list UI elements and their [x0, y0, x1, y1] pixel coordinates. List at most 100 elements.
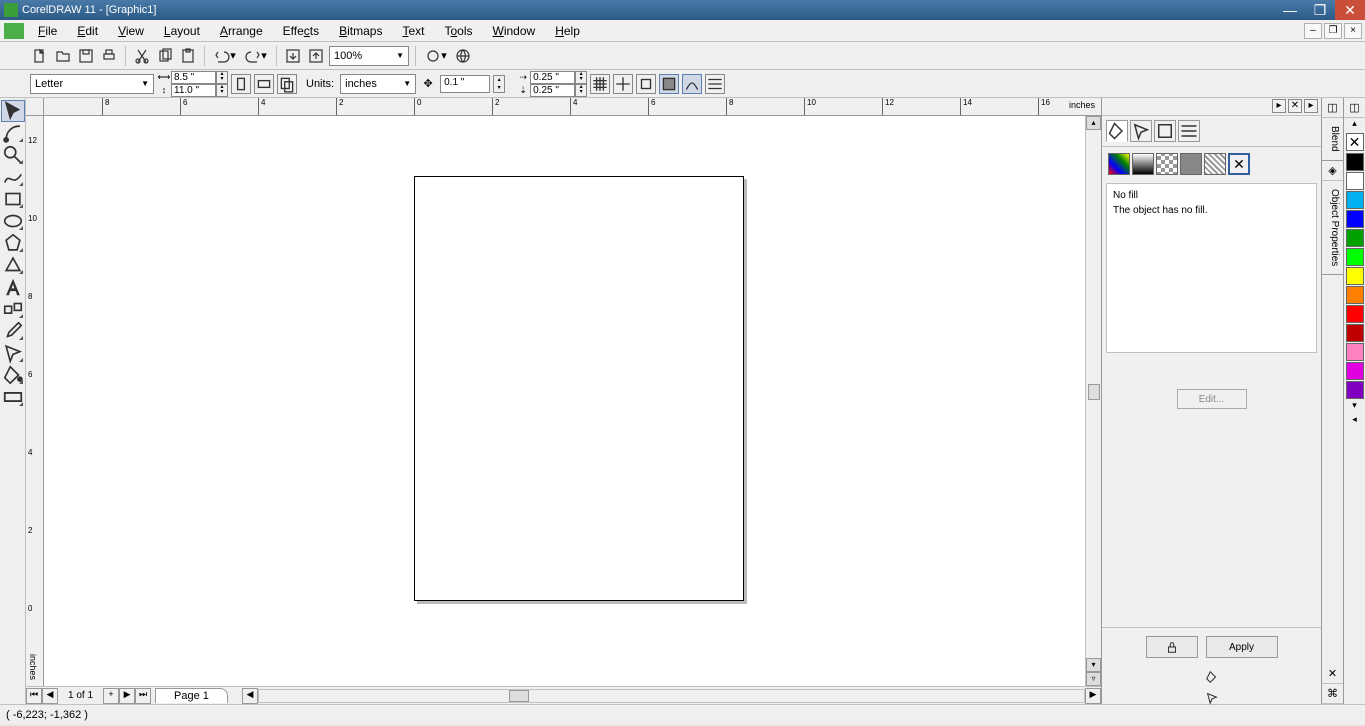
- color-swatch[interactable]: [1346, 305, 1364, 323]
- docker-expand-button[interactable]: ▸: [1272, 99, 1286, 113]
- fill-tab[interactable]: [1106, 120, 1128, 142]
- color-swatch[interactable]: [1346, 210, 1364, 228]
- polygon-tool[interactable]: [1, 232, 25, 254]
- palette-scroll-up[interactable]: ▴: [1344, 118, 1365, 132]
- paper-size-combo[interactable]: Letter▼: [30, 74, 154, 94]
- shape-tool[interactable]: [1, 122, 25, 144]
- portrait-button[interactable]: [231, 74, 251, 94]
- menu-file[interactable]: File: [28, 22, 67, 40]
- menu-arrange[interactable]: Arrange: [210, 22, 273, 40]
- menu-tools[interactable]: Tools: [434, 22, 482, 40]
- pattern-fill-button[interactable]: [1156, 153, 1178, 175]
- interactive-blend-tool[interactable]: [1, 298, 25, 320]
- no-fill-button[interactable]: ✕: [1228, 153, 1250, 175]
- menu-text[interactable]: Text: [392, 22, 434, 40]
- height-spinner[interactable]: ▴▾: [216, 84, 228, 97]
- docker-close-button[interactable]: ✕: [1288, 99, 1302, 113]
- corel-online-button[interactable]: [453, 46, 473, 66]
- draw-complex-button[interactable]: [682, 74, 702, 94]
- minimize-button[interactable]: —: [1275, 0, 1305, 20]
- docker-collapse-button[interactable]: ▸: [1304, 99, 1318, 113]
- texture-fill-button[interactable]: [1180, 153, 1202, 175]
- page-width-input[interactable]: 8.5 ": [171, 71, 216, 84]
- import-button[interactable]: [283, 46, 303, 66]
- postscript-fill-button[interactable]: [1204, 153, 1226, 175]
- nudge-input[interactable]: 0.1 ": [440, 75, 490, 93]
- snap-objects-button[interactable]: [636, 74, 656, 94]
- doc-restore-button[interactable]: ❐: [1324, 23, 1342, 39]
- dup-x-spinner[interactable]: ▴▾: [575, 71, 587, 84]
- vertical-ruler[interactable]: inches 121086420: [26, 116, 44, 686]
- text-tool[interactable]: [1, 276, 25, 298]
- close-button[interactable]: ✕: [1335, 0, 1365, 20]
- save-button[interactable]: [76, 46, 96, 66]
- color-swatch[interactable]: [1346, 324, 1364, 342]
- dup-x-input[interactable]: 0.25 ": [530, 71, 575, 84]
- units-combo[interactable]: inches▼: [340, 74, 416, 94]
- doc-close-button[interactable]: ×: [1344, 23, 1362, 39]
- general-tab[interactable]: [1154, 120, 1176, 142]
- interactive-fill-tool[interactable]: [1, 386, 25, 408]
- color-swatch[interactable]: [1346, 343, 1364, 361]
- color-swatch[interactable]: [1346, 362, 1364, 380]
- menu-window[interactable]: Window: [483, 22, 546, 40]
- cut-button[interactable]: [132, 46, 152, 66]
- no-color-swatch[interactable]: [1346, 133, 1364, 151]
- drawing-canvas[interactable]: [44, 116, 1085, 686]
- horizontal-scrollbar[interactable]: ◀ ▶: [242, 688, 1101, 704]
- open-button[interactable]: [53, 46, 73, 66]
- apply-button[interactable]: Apply: [1206, 636, 1278, 658]
- fill-tool[interactable]: [1, 364, 25, 386]
- options-button[interactable]: [705, 74, 725, 94]
- eyedropper-tool[interactable]: [1, 320, 25, 342]
- color-swatch[interactable]: [1346, 286, 1364, 304]
- color-swatch[interactable]: [1346, 267, 1364, 285]
- color-swatch[interactable]: [1346, 172, 1364, 190]
- color-swatch[interactable]: [1346, 153, 1364, 171]
- zoom-tool[interactable]: [1, 144, 25, 166]
- menu-layout[interactable]: Layout: [154, 22, 210, 40]
- freehand-tool[interactable]: [1, 166, 25, 188]
- docker-icon-1[interactable]: ◫: [1322, 98, 1343, 118]
- lock-button[interactable]: [1146, 636, 1198, 658]
- object-properties-docker-tab[interactable]: Object Properties: [1322, 181, 1343, 275]
- undo-button[interactable]: ▾: [211, 46, 239, 66]
- palette-menu-button[interactable]: ◫: [1344, 98, 1365, 118]
- next-page-button[interactable]: ▶: [119, 688, 135, 704]
- blend-docker-tab[interactable]: Blend: [1322, 118, 1343, 161]
- rectangle-tool[interactable]: [1, 188, 25, 210]
- horizontal-ruler[interactable]: inches 86420246810121416: [44, 98, 1101, 116]
- copy-button[interactable]: [155, 46, 175, 66]
- width-spinner[interactable]: ▴▾: [216, 71, 228, 84]
- menu-bitmaps[interactable]: Bitmaps: [329, 22, 392, 40]
- last-page-button[interactable]: ⏭: [135, 688, 151, 704]
- docker-icon-2[interactable]: ◈: [1322, 161, 1343, 181]
- maximize-button[interactable]: ❐: [1305, 0, 1335, 20]
- color-swatch[interactable]: [1346, 248, 1364, 266]
- color-swatch[interactable]: [1346, 191, 1364, 209]
- snap-guidelines-button[interactable]: [613, 74, 633, 94]
- menu-effects[interactable]: Effects: [273, 22, 329, 40]
- print-button[interactable]: [99, 46, 119, 66]
- add-page-button[interactable]: +: [103, 688, 119, 704]
- menu-view[interactable]: View: [108, 22, 154, 40]
- dup-y-spinner[interactable]: ▴▾: [575, 84, 587, 97]
- first-page-button[interactable]: ⏮: [26, 688, 42, 704]
- landscape-button[interactable]: [254, 74, 274, 94]
- export-button[interactable]: [306, 46, 326, 66]
- doc-minimize-button[interactable]: –: [1304, 23, 1322, 39]
- edit-fill-button[interactable]: Edit...: [1177, 389, 1247, 409]
- new-button[interactable]: [30, 46, 50, 66]
- prev-page-button[interactable]: ◀: [42, 688, 58, 704]
- color-swatch[interactable]: [1346, 381, 1364, 399]
- basic-shapes-tool[interactable]: [1, 254, 25, 276]
- palette-scroll-down[interactable]: ▾: [1344, 400, 1365, 414]
- ruler-origin[interactable]: [26, 98, 44, 116]
- fountain-fill-button[interactable]: [1132, 153, 1154, 175]
- page-height-input[interactable]: 11.0 ": [171, 84, 216, 97]
- redo-button[interactable]: ▾: [242, 46, 270, 66]
- outline-tool[interactable]: [1, 342, 25, 364]
- detail-tab[interactable]: [1178, 120, 1200, 142]
- snap-grid-button[interactable]: [590, 74, 610, 94]
- outline-tab[interactable]: [1130, 120, 1152, 142]
